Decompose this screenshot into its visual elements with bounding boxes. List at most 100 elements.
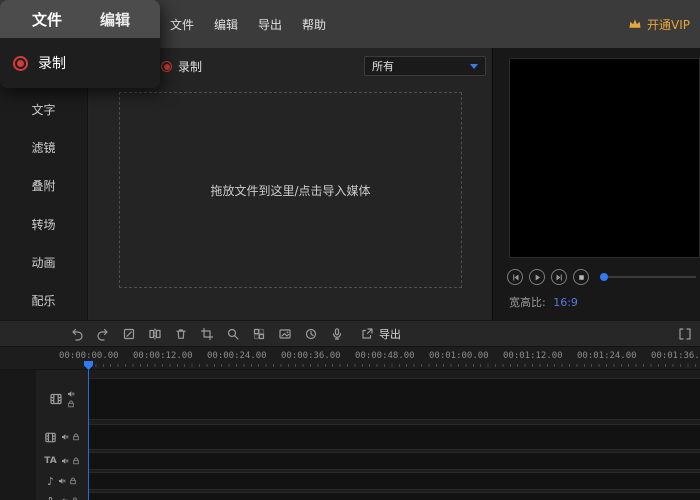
previous-frame-button[interactable] (507, 269, 523, 285)
aspect-ratio-value[interactable]: 16:9 (553, 296, 578, 309)
menu-help[interactable]: 帮助 (302, 16, 326, 33)
menu-file[interactable]: 文件 (170, 16, 194, 33)
aspect-ratio-label: 宽高比: (509, 296, 546, 309)
timeline-fit-icon[interactable] (678, 327, 692, 344)
popup-tab-edit[interactable]: 编辑 (100, 9, 130, 30)
record-button[interactable]: 录制 (161, 58, 202, 75)
ruler-label: 00:01:24.00 (577, 351, 637, 361)
mute-icon[interactable] (61, 457, 69, 465)
lock-icon[interactable] (72, 457, 80, 465)
text-track-lane[interactable] (88, 452, 700, 470)
record-icon (161, 61, 172, 72)
ruler-label: 00:00:00.00 (59, 351, 119, 361)
mosaic-icon[interactable] (252, 327, 266, 341)
timeline-toolbar: 导出 (0, 320, 700, 347)
media-filter-value: 所有 (372, 60, 394, 73)
import-dropzone[interactable]: 拖放文件到这里/点击导入媒体 (119, 92, 462, 288)
mute-icon[interactable] (61, 433, 69, 441)
record-label: 录制 (178, 60, 203, 74)
text-track-icon: TA (44, 456, 57, 466)
export-icon (362, 327, 373, 339)
zoom-icon[interactable] (226, 327, 240, 341)
lock-icon[interactable] (67, 400, 75, 408)
preview-panel: 宽高比: 16:9 (492, 48, 700, 320)
split-icon[interactable] (148, 327, 162, 341)
redo-icon[interactable] (96, 327, 110, 341)
delete-icon[interactable] (174, 327, 188, 341)
music-track-header: ♪ (36, 472, 88, 490)
undo-icon[interactable] (70, 327, 84, 341)
playhead-line[interactable] (88, 370, 89, 500)
media-panel: 录制 所有 拖放文件到这里/点击导入媒体 (89, 48, 492, 320)
popup-tab-file[interactable]: 文件 (32, 9, 62, 30)
sidebar-item-text[interactable]: 文字 (0, 90, 87, 128)
media-filter-dropdown[interactable]: 所有 (364, 56, 486, 76)
voice-track-row (0, 492, 700, 500)
mic-icon (48, 496, 53, 500)
voice-track-lane[interactable] (88, 492, 700, 500)
popup-menu-tabs: 文件 编辑 (0, 0, 160, 38)
edit-icon[interactable] (122, 327, 136, 341)
video-track-row (0, 378, 700, 420)
video-editor-window: 文件 编辑 导出 帮助 开通VIP 文字 滤镜 叠附 转场 动画 配乐 录制 所… (0, 0, 700, 500)
menu-item-record[interactable]: 录制 (13, 53, 66, 73)
timeline-section: 导出 00:00:00.00 00:00:12.00 00:00:24.00 0… (0, 320, 700, 500)
vip-label: 开通VIP (647, 17, 690, 32)
video-track-header (36, 378, 88, 420)
playhead-marker[interactable] (84, 361, 93, 370)
sidebar-item-overlays[interactable]: 叠附 (0, 167, 87, 205)
crop-icon[interactable] (200, 327, 214, 341)
pip-track-row (0, 424, 700, 450)
ruler-label: 00:00:24.00 (207, 351, 267, 361)
mute-icon[interactable] (58, 477, 66, 485)
sidebar-item-filters[interactable]: 滤镜 (0, 128, 87, 166)
preview-progress-slider[interactable] (600, 273, 696, 281)
ruler-label: 00:00:12.00 (133, 351, 193, 361)
dropzone-text: 拖放文件到这里/点击导入媒体 (210, 183, 371, 198)
record-item-label: 录制 (38, 55, 66, 71)
vip-button[interactable]: 开通VIP (628, 0, 690, 48)
sidebar-item-transitions[interactable]: 转场 (0, 205, 87, 243)
aspect-ratio-row: 宽高比: 16:9 (509, 294, 578, 310)
playback-controls (507, 268, 696, 286)
freeze-frame-icon[interactable] (278, 327, 292, 341)
duration-icon[interactable] (304, 327, 318, 341)
timeline-ruler[interactable]: 00:00:00.00 00:00:12.00 00:00:24.00 00:0… (0, 347, 700, 370)
music-track-lane[interactable] (88, 472, 700, 490)
music-note-icon: ♪ (46, 474, 55, 488)
record-icon (13, 55, 28, 71)
filmstrip-icon (45, 432, 56, 442)
text-track-row: TA (0, 452, 700, 470)
text-track-header: TA (36, 452, 88, 470)
menu-edit[interactable]: 编辑 (214, 16, 238, 33)
menu-export[interactable]: 导出 (258, 16, 282, 33)
chevron-down-icon (470, 63, 478, 69)
crown-icon (629, 19, 641, 28)
ruler-ticks (88, 364, 700, 367)
ruler-label: 00:00:36.00 (281, 351, 341, 361)
pip-track-header (36, 424, 88, 450)
sidebar: 文字 滤镜 叠附 转场 动画 配乐 (0, 48, 88, 320)
mute-icon[interactable] (67, 390, 75, 398)
stop-button[interactable] (573, 269, 589, 285)
sidebar-item-animations[interactable]: 动画 (0, 243, 87, 281)
progress-handle[interactable] (600, 273, 608, 281)
pip-track-lane[interactable] (88, 424, 700, 450)
ruler-label: 00:00:48.00 (355, 351, 415, 361)
lock-icon[interactable] (72, 433, 80, 441)
export-label: 导出 (379, 328, 401, 341)
export-button[interactable]: 导出 (360, 326, 401, 342)
popup-menu-body: 录制 (0, 38, 160, 88)
play-button[interactable] (529, 269, 545, 285)
track-area: TA ♪ (0, 370, 700, 500)
menubar-items: 文件 编辑 导出 帮助 (170, 0, 326, 48)
video-track-lane[interactable] (88, 378, 700, 420)
ruler-label: 00:01:36.00 (651, 351, 700, 361)
lock-icon[interactable] (69, 477, 77, 485)
voice-track-header (36, 492, 88, 500)
next-frame-button[interactable] (551, 269, 567, 285)
sidebar-item-music[interactable]: 配乐 (0, 282, 87, 320)
preview-video-area (509, 58, 700, 258)
voiceover-icon[interactable] (330, 327, 344, 341)
filmstrip-icon (50, 393, 62, 405)
